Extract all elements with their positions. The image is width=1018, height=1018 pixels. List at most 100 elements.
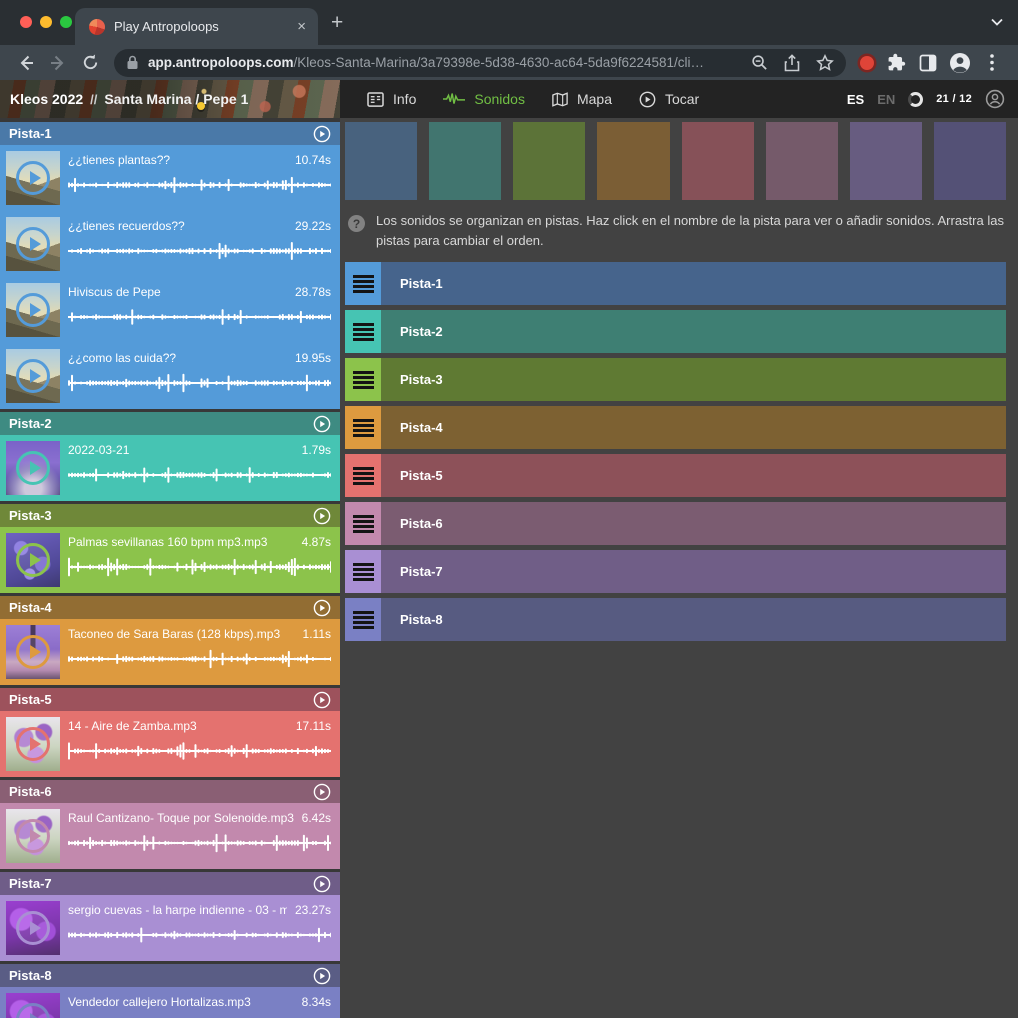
- track-row[interactable]: Pista-8: [345, 598, 1006, 641]
- minimize-window-button[interactable]: [40, 16, 52, 28]
- track-row-body[interactable]: Pista-1: [381, 262, 1006, 305]
- clip-thumbnail[interactable]: [6, 151, 60, 205]
- clip-thumbnail[interactable]: [6, 809, 60, 863]
- track-row[interactable]: Pista-3: [345, 358, 1006, 401]
- clip-name: sergio cuevas - la harpe indienne - 03 -…: [68, 903, 287, 917]
- track-row[interactable]: Pista-4: [345, 406, 1006, 449]
- drag-handle[interactable]: [345, 454, 381, 497]
- track-header[interactable]: Pista-4: [0, 596, 340, 619]
- clip-item[interactable]: Hiviscus de Pepe28.78s: [0, 277, 340, 343]
- track-name: Pista-7: [9, 876, 52, 891]
- nav-tocar[interactable]: Tocar: [639, 91, 699, 108]
- track-play-button[interactable]: [313, 507, 331, 525]
- record-extension-icon[interactable]: [860, 56, 874, 70]
- clip-thumbnail[interactable]: [6, 441, 60, 495]
- play-triangle-icon: [30, 737, 41, 751]
- track-play-button[interactable]: [313, 967, 331, 985]
- bookmark-star-icon[interactable]: [816, 54, 834, 72]
- clip-item[interactable]: Palmas sevillanas 160 bpm mp3.mp34.87s: [0, 527, 340, 593]
- track-row-body[interactable]: Pista-7: [381, 550, 1006, 593]
- lang-en-button[interactable]: EN: [877, 92, 895, 107]
- clip-item[interactable]: Raul Cantizano- Toque por Solenoide.mp36…: [0, 803, 340, 869]
- clip-info: sergio cuevas - la harpe indienne - 03 -…: [68, 903, 331, 917]
- forward-button[interactable]: [45, 50, 71, 76]
- clip-thumbnail[interactable]: [6, 625, 60, 679]
- track-row[interactable]: Pista-7: [345, 550, 1006, 593]
- track-play-button[interactable]: [313, 691, 331, 709]
- track-row-body[interactable]: Pista-2: [381, 310, 1006, 353]
- track-play-button[interactable]: [313, 415, 331, 433]
- tab-close-icon[interactable]: ×: [295, 18, 308, 35]
- clip-item[interactable]: Vendedor callejero Hortalizas.mp38.34s: [0, 987, 340, 1018]
- drag-handle[interactable]: [345, 502, 381, 545]
- clip-duration: 19.95s: [295, 351, 331, 365]
- new-tab-button[interactable]: +: [331, 11, 343, 35]
- browser-menu-icon[interactable]: [979, 50, 1005, 76]
- address-bar[interactable]: app.antropoloops.com/Kleos-Santa-Marina/…: [114, 49, 846, 77]
- clip-thumbnail[interactable]: [6, 993, 60, 1018]
- clip-thumbnail[interactable]: [6, 349, 60, 403]
- clip-thumbnail[interactable]: [6, 217, 60, 271]
- reload-button[interactable]: [77, 50, 103, 76]
- project-hero[interactable]: Kleos 2022 // Santa Marina / Pepe 1: [0, 80, 340, 118]
- share-icon[interactable]: [784, 54, 800, 72]
- nav-sonidos[interactable]: Sonidos: [443, 91, 525, 107]
- track-row[interactable]: Pista-1: [345, 262, 1006, 305]
- track-header[interactable]: Pista-1: [0, 122, 340, 145]
- track-row[interactable]: Pista-6: [345, 502, 1006, 545]
- clip-thumbnail[interactable]: [6, 283, 60, 337]
- account-icon[interactable]: [985, 89, 1005, 109]
- clip-item[interactable]: ¿¿tienes recuerdos??29.22s: [0, 211, 340, 277]
- track-play-button[interactable]: [313, 125, 331, 143]
- drag-handle[interactable]: [345, 310, 381, 353]
- nav-info-label: Info: [393, 91, 416, 107]
- nav-mapa[interactable]: Mapa: [552, 91, 612, 107]
- lang-es-button[interactable]: ES: [847, 92, 864, 107]
- clip-item[interactable]: 14 - Aire de Zamba.mp317.11s: [0, 711, 340, 777]
- back-button[interactable]: [13, 50, 39, 76]
- clip-item[interactable]: ¿¿como las cuida??19.95s: [0, 343, 340, 409]
- zoom-icon[interactable]: [751, 54, 768, 71]
- clip-item[interactable]: ¿¿tienes plantas??10.74s: [0, 145, 340, 211]
- clip-thumbnail[interactable]: [6, 901, 60, 955]
- profile-avatar[interactable]: [947, 50, 973, 76]
- track-play-button[interactable]: [313, 875, 331, 893]
- clip-play-icon: [16, 227, 50, 261]
- track-header[interactable]: Pista-7: [0, 872, 340, 895]
- nav-info[interactable]: Info: [367, 91, 416, 107]
- track-play-button[interactable]: [313, 599, 331, 617]
- clip-waveform: [68, 240, 331, 262]
- clip-item[interactable]: Taconeo de Sara Baras (128 kbps).mp31.11…: [0, 619, 340, 685]
- track-row-body[interactable]: Pista-3: [381, 358, 1006, 401]
- drag-handle[interactable]: [345, 262, 381, 305]
- track-row[interactable]: Pista-2: [345, 310, 1006, 353]
- track-row-name: Pista-6: [400, 516, 443, 531]
- track-name: Pista-5: [9, 692, 52, 707]
- track-row-body[interactable]: Pista-5: [381, 454, 1006, 497]
- track-row-body[interactable]: Pista-6: [381, 502, 1006, 545]
- track-row-body[interactable]: Pista-4: [381, 406, 1006, 449]
- track-row-body[interactable]: Pista-8: [381, 598, 1006, 641]
- clip-item[interactable]: 2022-03-211.79s: [0, 435, 340, 501]
- track-header[interactable]: Pista-6: [0, 780, 340, 803]
- clip-item[interactable]: sergio cuevas - la harpe indienne - 03 -…: [0, 895, 340, 961]
- track-header[interactable]: Pista-8: [0, 964, 340, 987]
- track-play-button[interactable]: [313, 783, 331, 801]
- browser-tab[interactable]: Play Antropoloops ×: [75, 8, 318, 45]
- close-window-button[interactable]: [20, 16, 32, 28]
- drag-handle[interactable]: [345, 358, 381, 401]
- track-header[interactable]: Pista-3: [0, 504, 340, 527]
- extensions-puzzle-icon[interactable]: [883, 50, 909, 76]
- track-header[interactable]: Pista-5: [0, 688, 340, 711]
- drag-handle[interactable]: [345, 406, 381, 449]
- track-row[interactable]: Pista-5: [345, 454, 1006, 497]
- clip-thumbnail[interactable]: [6, 717, 60, 771]
- drag-handle[interactable]: [345, 598, 381, 641]
- clip-thumbnail[interactable]: [6, 533, 60, 587]
- track-header[interactable]: Pista-2: [0, 412, 340, 435]
- tab-search-chevron-icon[interactable]: [990, 17, 1004, 27]
- clip-play-icon: [16, 911, 50, 945]
- drag-handle[interactable]: [345, 550, 381, 593]
- fullscreen-window-button[interactable]: [60, 16, 72, 28]
- side-panel-icon[interactable]: [915, 50, 941, 76]
